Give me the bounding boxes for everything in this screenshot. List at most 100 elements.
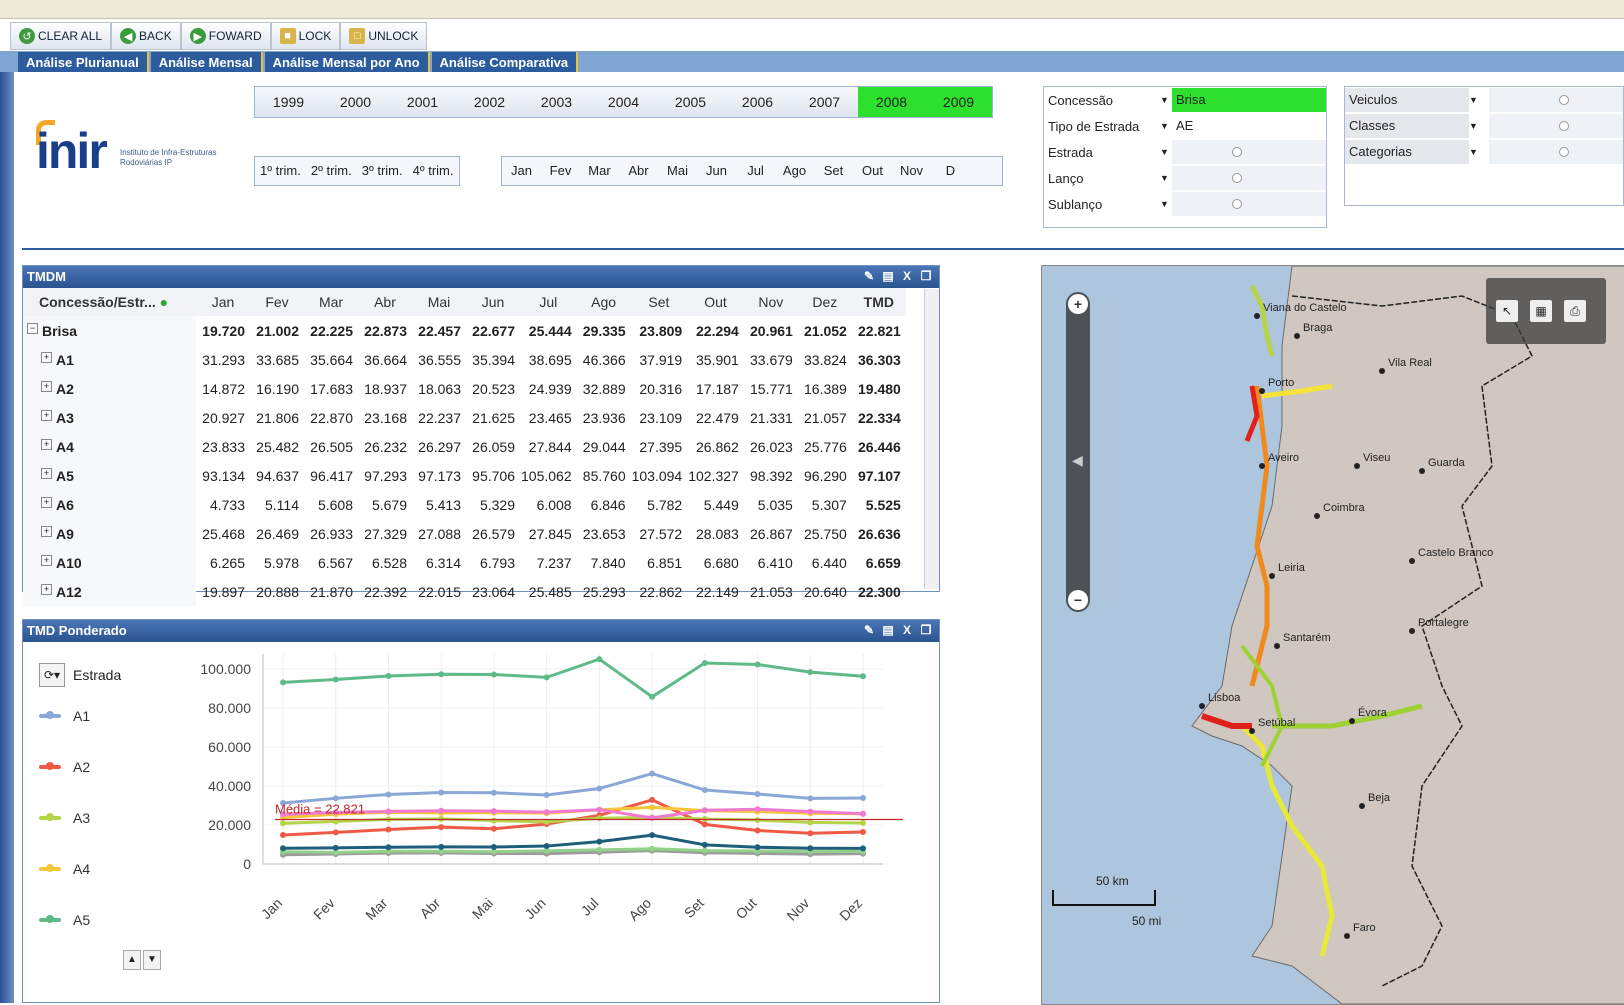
row-label[interactable]: − Brisa [23,316,196,345]
data-point[interactable] [596,838,603,845]
filter-tipo-estrada-value[interactable]: AE [1172,114,1326,138]
dropdown-arrow-icon[interactable]: ▼ [1160,199,1172,209]
row-label[interactable]: + A12 [23,577,196,606]
table-cell[interactable]: 17.187 [687,374,744,403]
data-point[interactable] [438,824,445,831]
table-cell[interactable]: 93.134 [196,461,250,490]
city-marker-icon[interactable] [1409,628,1415,634]
table-cell[interactable]: 6.793 [466,548,520,577]
month-jul[interactable]: Jul [736,157,775,185]
dropdown-arrow-icon[interactable]: ▼ [1160,121,1172,131]
table-cell[interactable]: 7.237 [520,548,577,577]
table-cell[interactable]: 27.845 [520,519,577,548]
filter-concessao[interactable]: Concessão ▼ Brisa [1044,87,1326,113]
year-2003[interactable]: 2003 [523,87,590,117]
expand-icon[interactable]: + [41,496,52,508]
data-point[interactable] [385,826,392,833]
table-cell[interactable]: 19.480 [852,374,906,403]
filter-tipo-estrada[interactable]: Tipo de Estrada ▼ AE [1044,113,1326,139]
table-cell[interactable]: 25.444 [520,316,577,345]
data-point[interactable] [543,791,550,798]
data-point[interactable] [490,808,497,815]
table-cell[interactable]: 26.867 [744,519,798,548]
city-marker-icon[interactable] [1419,468,1425,474]
filter-estrada[interactable]: Estrada ▼ [1044,139,1326,165]
table-row[interactable]: + A2 14.872 16.190 17.683 18.937 18.063 20.523 2… [23,374,906,403]
legend-item[interactable]: A1 [39,690,179,741]
col-header-abr[interactable]: Abr [358,288,412,316]
table-cell[interactable]: 20.927 [196,403,250,432]
row-label[interactable]: + A1 [23,345,196,374]
series-line[interactable] [282,798,864,837]
data-point[interactable] [701,821,708,828]
year-2007[interactable]: 2007 [791,87,858,117]
data-point[interactable] [490,844,497,851]
table-cell[interactable]: 21.870 [304,577,358,606]
collapse-icon[interactable]: − [27,322,38,334]
table-cell[interactable]: 27.572 [631,519,688,548]
col-header-concessao[interactable]: Concessão/Estr... ● [23,288,196,316]
table-cell[interactable]: 26.446 [852,432,906,461]
filter-concessao-value[interactable]: Brisa [1172,88,1326,112]
table-cell[interactable]: 6.314 [412,548,466,577]
month-jun[interactable]: Jun [697,157,736,185]
data-point[interactable] [280,820,286,827]
trimester-2[interactable]: 2º trim. [306,157,357,185]
table-cell[interactable]: 27.329 [358,519,412,548]
table-cell[interactable]: 35.901 [687,345,744,374]
table-cell[interactable]: 21.057 [798,403,852,432]
table-row[interactable]: + A6 4.733 5.114 5.608 5.679 5.413 5.329 6.008 6.… [23,490,906,519]
table-cell[interactable]: 6.528 [358,548,412,577]
clear-selection-icon[interactable]: ✎ [862,268,876,284]
table-cell[interactable]: 36.664 [358,345,412,374]
table-row[interactable]: + A12 19.897 20.888 21.870 22.392 22.015 23.064… [23,577,906,606]
table-cell[interactable]: 22.873 [358,316,412,345]
filter-categorias-value[interactable] [1489,140,1623,164]
data-point[interactable] [701,807,708,814]
row-label[interactable]: + A2 [23,374,196,403]
table-cell[interactable]: 18.063 [412,374,466,403]
data-point[interactable] [596,815,603,822]
expand-icon[interactable]: + [41,554,52,566]
data-point[interactable] [860,795,866,802]
city-marker-icon[interactable] [1344,933,1350,939]
table-cell[interactable]: 5.679 [358,490,412,519]
year-1999[interactable]: 1999 [255,87,322,117]
data-point[interactable] [649,693,656,700]
excel-icon[interactable]: X [900,268,914,284]
table-cell[interactable]: 32.889 [577,374,631,403]
table-cell[interactable]: 19.897 [196,577,250,606]
table-cell[interactable]: 95.706 [466,461,520,490]
col-header-out[interactable]: Out [687,288,744,316]
table-cell[interactable]: 97.107 [852,461,906,490]
data-point[interactable] [438,671,445,678]
month-abr[interactable]: Abr [619,157,658,185]
data-point[interactable] [649,832,656,839]
table-row[interactable]: + A4 23.833 25.482 26.505 26.232 26.297 26.059 2… [23,432,906,461]
legend-item[interactable]: A3 [39,792,179,843]
filter-categorias[interactable]: Categorias ▼ [1345,139,1623,165]
table-cell[interactable]: 22.225 [304,316,358,345]
table-cell[interactable]: 35.664 [304,345,358,374]
table-cell[interactable]: 23.465 [520,403,577,432]
city-marker-icon[interactable] [1199,703,1205,709]
table-cell[interactable]: 27.844 [520,432,577,461]
series-line[interactable] [282,772,864,805]
filter-estrada-value[interactable] [1172,140,1326,164]
filter-lanco[interactable]: Lanço ▼ [1044,165,1326,191]
data-point[interactable] [438,815,445,822]
clear-selection-icon[interactable]: ✎ [862,622,876,638]
table-row[interactable]: + A10 6.265 5.978 6.567 6.528 6.314 6.793 7.237 7… [23,548,906,577]
filter-sublanco-value[interactable] [1172,192,1326,216]
month-fev[interactable]: Fev [541,157,580,185]
table-cell[interactable]: 105.062 [520,461,577,490]
table-cell[interactable]: 26.862 [687,432,744,461]
table-cell[interactable]: 98.392 [744,461,798,490]
year-2006[interactable]: 2006 [724,87,791,117]
col-header-jul[interactable]: Jul [520,288,577,316]
table-cell[interactable]: 20.961 [744,316,798,345]
filter-lanco-value[interactable] [1172,166,1326,190]
data-point[interactable] [332,844,339,851]
trimester-4[interactable]: 4º trim. [408,157,459,185]
col-header-mar[interactable]: Mar [304,288,358,316]
